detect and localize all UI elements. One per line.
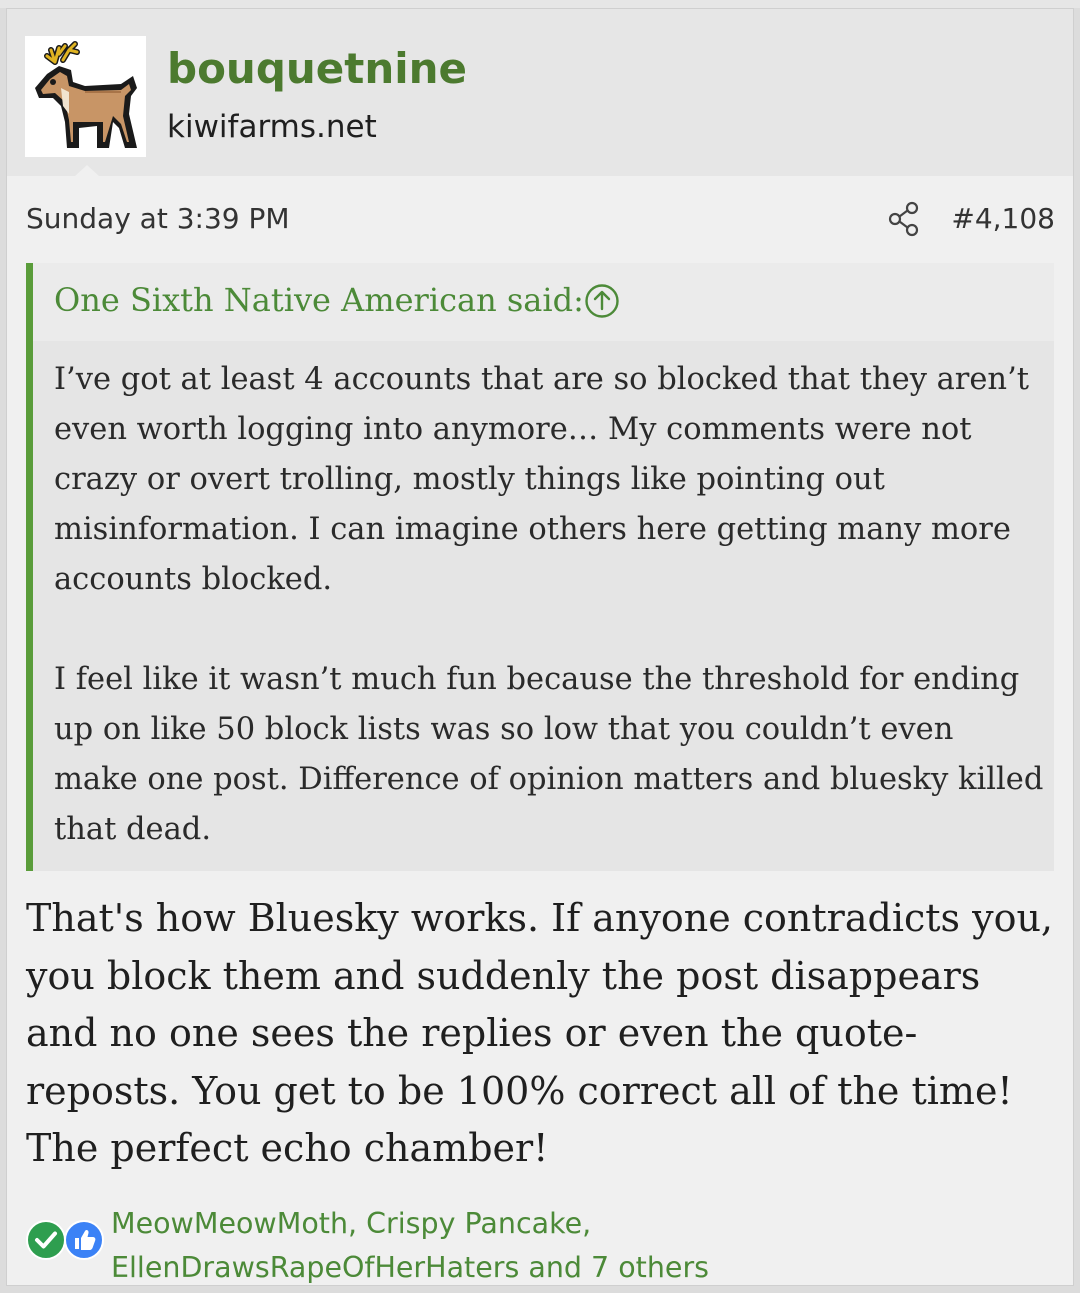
quote-block: One Sixth Native American said: I’ve got…: [26, 263, 1054, 871]
reactors-line-1[interactable]: MeowMeowMoth, Crispy Pancake,: [111, 1207, 591, 1240]
quote-paragraph: I feel like it wasn’t much fun because t…: [54, 662, 1044, 847]
arrow-up-circle-icon[interactable]: [584, 283, 620, 319]
post-number[interactable]: #4,108: [951, 199, 1055, 239]
share-icon[interactable]: [888, 201, 920, 237]
post-user-header: bouquetnine kiwifarms.net: [7, 9, 1073, 176]
reactors-line-2[interactable]: EllenDrawsRapeOfHerHaters and 7 others: [111, 1251, 709, 1284]
deer-icon: [25, 36, 146, 157]
like-thumb-icon: [63, 1219, 105, 1261]
quote-author[interactable]: One Sixth Native American said:: [54, 277, 584, 323]
avatar[interactable]: [25, 36, 146, 157]
post-message: That's how Bluesky works. If anyone cont…: [26, 896, 1054, 1170]
share-glyph: [888, 201, 919, 237]
arrow-up-glyph: [585, 284, 619, 318]
agree-check-icon: [25, 1219, 67, 1261]
username[interactable]: bouquetnine: [167, 39, 467, 99]
agree-glyph: [26, 1220, 66, 1260]
quote-body: I’ve got at least 4 accounts that are so…: [54, 355, 1044, 855]
user-title: kiwifarms.net: [167, 109, 377, 145]
like-glyph: [64, 1220, 104, 1260]
quote-paragraph: I’ve got at least 4 accounts that are so…: [54, 362, 1030, 597]
reaction-icons[interactable]: [25, 1219, 115, 1265]
post-date[interactable]: Sunday at 3:39 PM: [26, 199, 290, 239]
quote-header: One Sixth Native American said:: [33, 263, 1054, 341]
top-strip: [0, 0, 1080, 8]
forum-post: bouquetnine kiwifarms.net Sunday at 3:39…: [6, 8, 1074, 1286]
header-caret: [75, 165, 99, 176]
reaction-list[interactable]: MeowMeowMoth, Crispy Pancake, EllenDraws…: [111, 1202, 1011, 1290]
